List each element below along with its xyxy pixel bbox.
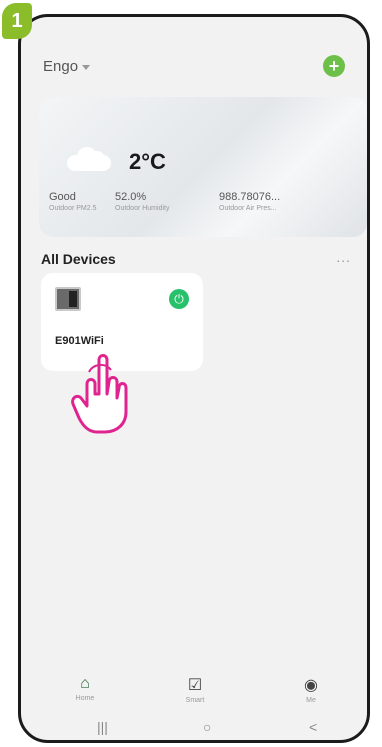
smart-icon: ☑ xyxy=(187,677,203,694)
metric-humidity: 52.0% Outdoor Humidity xyxy=(115,191,169,212)
tab-home[interactable]: ⌂ Home xyxy=(55,675,115,702)
cloud-icon xyxy=(67,145,111,171)
user-icon: ◉ xyxy=(304,677,318,694)
tab-smart[interactable]: ☑ Smart xyxy=(165,675,225,704)
section-title: All Devices xyxy=(41,251,116,267)
home-icon: ⌂ xyxy=(80,675,90,692)
metric-value: 52.0% xyxy=(115,191,147,203)
metric-value: Good xyxy=(49,191,76,203)
app-header: Engo + xyxy=(41,55,347,79)
device-name: E901WiFi xyxy=(55,335,104,347)
weather-card[interactable]: 2°C Good Outdoor PM2.5 52.0% Outdoor Hum… xyxy=(39,97,367,237)
power-button[interactable]: ⏻ xyxy=(169,289,189,309)
system-nav-bar: ||| ○ < xyxy=(21,715,367,740)
tab-label: Me xyxy=(306,697,316,704)
back-button[interactable]: < xyxy=(309,719,317,735)
metric-air-pressure: 988.78076... Outdoor Air Pres... xyxy=(219,191,280,212)
tap-hand-icon xyxy=(71,354,128,434)
more-options-button[interactable]: ... xyxy=(336,249,351,265)
metric-pm25: Good Outdoor PM2.5 xyxy=(49,191,96,212)
step-number-badge: 1 xyxy=(2,3,32,39)
thermostat-icon xyxy=(55,287,81,311)
metric-label: Outdoor Humidity xyxy=(115,205,170,212)
tab-label: Smart xyxy=(185,697,205,704)
recent-apps-button[interactable]: ||| xyxy=(97,719,108,735)
home-selector[interactable]: Engo xyxy=(43,58,91,75)
tab-me[interactable]: ◉ Me xyxy=(281,675,341,704)
caret-down-icon xyxy=(82,64,91,70)
add-device-button[interactable]: + xyxy=(323,55,345,77)
home-name-label: Engo xyxy=(43,58,79,75)
phone-frame: Engo + 2°C Good Outdoor PM2.5 52.0% Outd… xyxy=(18,14,370,743)
home-button[interactable]: ○ xyxy=(203,719,211,735)
bottom-tab-bar: ⌂ Home ☑ Smart ◉ Me xyxy=(21,669,367,713)
temperature-value: 2°C xyxy=(129,149,166,174)
metric-label: Outdoor PM2.5 xyxy=(49,205,97,212)
metric-label: Outdoor Air Pres... xyxy=(219,205,277,212)
tab-label: Home xyxy=(75,695,95,702)
metric-value: 988.78076... xyxy=(219,191,281,203)
